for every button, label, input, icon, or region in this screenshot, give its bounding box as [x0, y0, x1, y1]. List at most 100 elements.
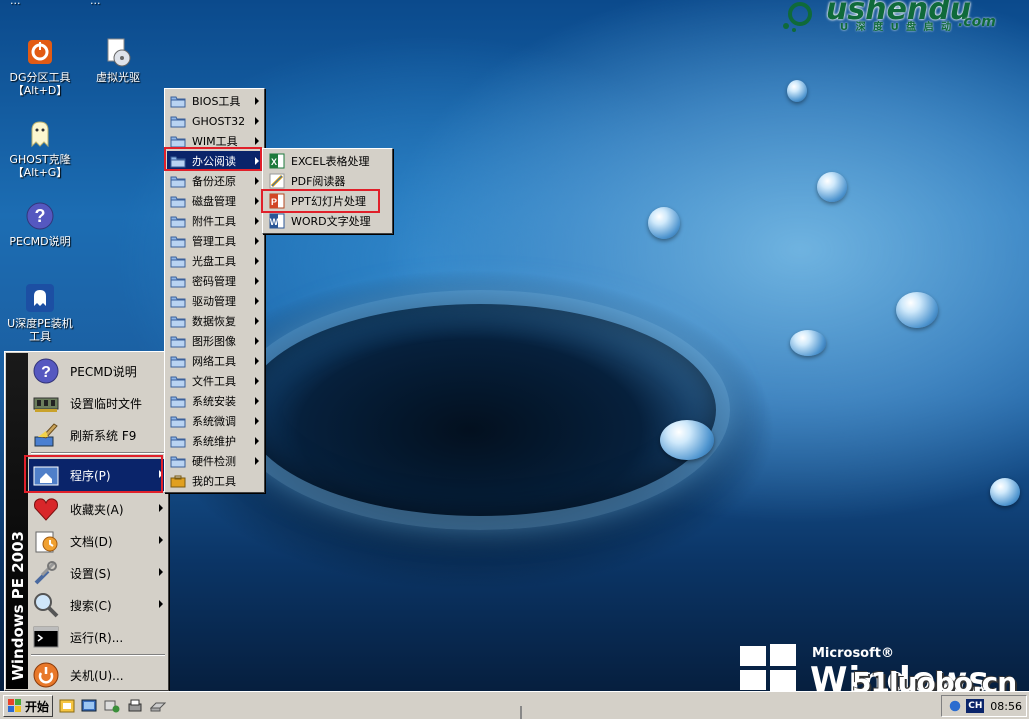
- favorites-icon: [34, 498, 58, 521]
- folder-icon: [170, 156, 186, 167]
- folder-icon: [170, 396, 186, 407]
- menu-separator: [31, 654, 165, 656]
- svg-text:W: W: [270, 217, 279, 227]
- wallpaper-splash: [230, 290, 730, 530]
- submenu-arrow-icon: [159, 600, 163, 608]
- programs-item[interactable]: 系统维护: [167, 431, 263, 451]
- programs-item[interactable]: 图形图像: [167, 331, 263, 351]
- programs-item[interactable]: 光盘工具: [167, 251, 263, 271]
- start-item-search[interactable]: 搜索(C): [29, 589, 167, 621]
- programs-item[interactable]: 网络工具: [167, 351, 263, 371]
- folder-icon: [170, 336, 186, 347]
- programs-item[interactable]: 附件工具: [167, 211, 263, 231]
- submenu-arrow-icon: [159, 504, 163, 512]
- programs-item[interactable]: 驱动管理: [167, 291, 263, 311]
- programs-item[interactable]: BIOS工具: [167, 91, 263, 111]
- submenu-arrow-icon: [255, 157, 259, 165]
- desktop-icon-virtual-cdrom[interactable]: 虚拟光驱: [78, 36, 158, 84]
- help-icon: ?: [33, 358, 59, 384]
- start-item-favorites[interactable]: 收藏夹(A): [29, 493, 167, 525]
- desktop-icon-ghost[interactable]: GHOST克隆 【Alt+G】: [0, 118, 80, 179]
- start-item-programs[interactable]: 程序(P): [29, 459, 167, 491]
- menu-separator: [31, 452, 165, 454]
- submenu-arrow-icon: [255, 277, 259, 285]
- shutdown-icon: [33, 662, 59, 688]
- programs-item[interactable]: 管理工具: [167, 231, 263, 251]
- drive-icon[interactable]: [150, 698, 166, 714]
- programs-item[interactable]: WIM工具: [167, 131, 263, 151]
- desktop-show-icon[interactable]: [81, 698, 97, 714]
- programs-item[interactable]: 密码管理: [167, 271, 263, 291]
- programs-item-label: 我的工具: [192, 475, 236, 488]
- windows-flag-icon: [8, 699, 21, 712]
- excel-icon: X: [269, 153, 285, 169]
- desktop-icon-pecmd-help[interactable]: ? PECMD说明: [0, 200, 80, 248]
- explorer-icon[interactable]: [59, 698, 75, 714]
- programs-item-label: 系统维护: [192, 435, 236, 448]
- start-item-label: 刷新系统 F9: [70, 428, 137, 443]
- desktop-icon-label: 虚拟光驱: [96, 71, 140, 84]
- svg-text:X: X: [271, 157, 277, 167]
- submenu-arrow-icon: [255, 257, 259, 265]
- programs-item[interactable]: GHOST32: [167, 111, 263, 131]
- printer-icon[interactable]: [127, 698, 143, 714]
- desktop-icon-dg-partition[interactable]: DG分区工具 【Alt+D】: [0, 36, 80, 97]
- folder-icon: [170, 96, 186, 107]
- start-item-label: 收藏夹(A): [70, 502, 124, 517]
- network-icon[interactable]: [104, 698, 120, 714]
- start-item-label: 文档(D): [70, 534, 113, 549]
- office-item-word[interactable]: W WORD文字处理: [265, 211, 391, 231]
- submenu-arrow-icon: [255, 297, 259, 305]
- start-item-pecmd-help[interactable]: ? PECMD说明: [29, 355, 167, 387]
- water-drop: [990, 478, 1020, 506]
- broom-icon: [34, 423, 58, 447]
- programs-item-label: GHOST32: [192, 114, 246, 128]
- desktop-icon-label: PECMD说明: [9, 235, 71, 248]
- programs-item-label: WIM工具: [192, 135, 238, 148]
- programs-item[interactable]: 系统微调: [167, 411, 263, 431]
- office-item-label: WORD文字处理: [291, 215, 371, 228]
- language-indicator[interactable]: CH: [966, 699, 985, 713]
- programs-item[interactable]: 文件工具: [167, 371, 263, 391]
- folder-icon: [170, 276, 186, 287]
- start-item-run[interactable]: 运行(R)...: [29, 621, 167, 653]
- programs-item-label: 驱动管理: [192, 295, 236, 308]
- start-item-settings[interactable]: 设置(S): [29, 557, 167, 589]
- office-item-label: PPT幻灯片处理: [291, 195, 366, 208]
- programs-item[interactable]: 办公阅读: [167, 151, 263, 171]
- folder-icon: [170, 196, 186, 207]
- programs-item[interactable]: 硬件检测: [167, 451, 263, 471]
- submenu-arrow-icon: [255, 397, 259, 405]
- memory-icon: [33, 397, 59, 412]
- office-item-excel[interactable]: X EXCEL表格处理: [265, 151, 391, 171]
- water-drop: [790, 330, 826, 356]
- start-item-refresh[interactable]: 刷新系统 F9: [29, 419, 167, 451]
- programs-item-label: 系统安装: [192, 395, 236, 408]
- office-submenu: X EXCEL表格处理 PDF阅读器 P PPT幻灯片处理 W WORD文字处理: [262, 148, 393, 234]
- submenu-arrow-icon: [159, 470, 163, 478]
- office-item-pdf[interactable]: PDF阅读器: [265, 171, 391, 191]
- programs-item[interactable]: 备份还原: [167, 171, 263, 191]
- submenu-arrow-icon: [255, 437, 259, 445]
- tray-app-icon[interactable]: [948, 699, 962, 713]
- programs-item[interactable]: 系统安装: [167, 391, 263, 411]
- programs-item-label: 管理工具: [192, 235, 236, 248]
- installer-icon: [26, 284, 54, 312]
- windows-flag-icon: [740, 644, 796, 692]
- programs-item-label: 文件工具: [192, 375, 236, 388]
- water-drop: [660, 420, 714, 460]
- start-button[interactable]: 开始: [3, 695, 53, 717]
- office-item-ppt[interactable]: P PPT幻灯片处理: [265, 191, 391, 211]
- start-item-shutdown[interactable]: 关机(U)...: [29, 659, 167, 691]
- programs-item[interactable]: 数据恢复: [167, 311, 263, 331]
- start-item-documents[interactable]: 文档(D): [29, 525, 167, 557]
- documents-icon: [35, 531, 58, 553]
- pdf-icon: [269, 173, 285, 189]
- programs-item[interactable]: 磁盘管理: [167, 191, 263, 211]
- start-item-temp-files[interactable]: 设置临时文件: [29, 387, 167, 419]
- desktop-icon-ushendu-installer[interactable]: U深度PE装机 工具: [0, 282, 80, 343]
- start-item-label: 设置临时文件: [70, 396, 143, 411]
- submenu-arrow-icon: [255, 237, 259, 245]
- taskbar-divider: [520, 706, 522, 719]
- programs-item[interactable]: 我的工具: [167, 471, 263, 491]
